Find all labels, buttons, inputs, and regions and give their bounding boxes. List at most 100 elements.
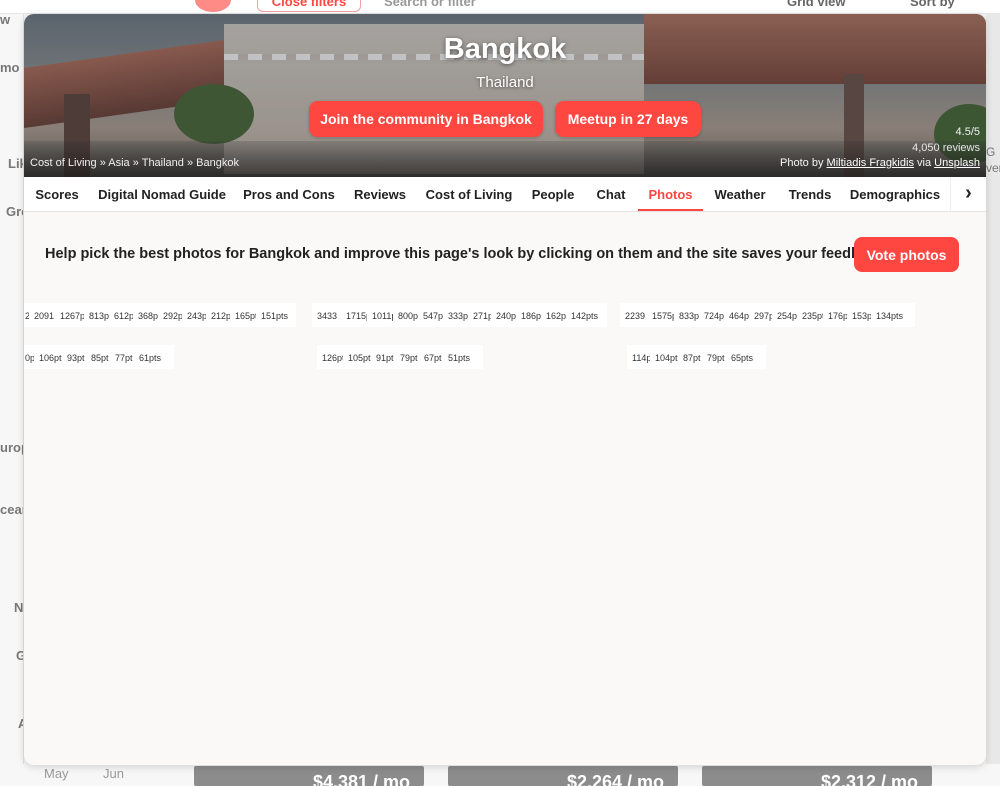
- tab-weather[interactable]: Weather: [703, 177, 777, 211]
- photo-points[interactable]: 271pts: [473, 303, 491, 321]
- city-card[interactable]: $2,264 / mo: [448, 766, 678, 786]
- photo-points[interactable]: 724pts: [704, 303, 724, 321]
- photo-points[interactable]: 105pt: [348, 345, 371, 363]
- meetup-button[interactable]: Meetup in 27 days: [555, 101, 701, 137]
- tab-scores[interactable]: Scores: [24, 177, 90, 211]
- photo-points[interactable]: 1011pts: [372, 303, 393, 321]
- photo-points[interactable]: 61pts: [139, 345, 165, 363]
- sidebar-fragment[interactable]: Lik: [8, 156, 23, 171]
- photo-points[interactable]: 1575pts: [652, 303, 674, 321]
- photo-credit-author-link[interactable]: Miltiadis Fragkidis: [827, 157, 914, 169]
- photo-points[interactable]: 104pt: [655, 345, 678, 363]
- city-title: Bangkok: [443, 33, 567, 65]
- sidebar-fragment[interactable]: urop: [0, 440, 23, 455]
- photo-points[interactable]: 240pts: [496, 303, 516, 321]
- photo-points[interactable]: 93pt: [67, 345, 86, 363]
- photo-points[interactable]: 176pts: [828, 303, 847, 321]
- join-community-button[interactable]: Join the community in Bangkok: [309, 101, 543, 137]
- sidebar-fragment[interactable]: mo: [0, 60, 20, 75]
- photo-points[interactable]: 243pts: [187, 303, 206, 321]
- photo-credit: Photo by Miltiadis Fragkidis via Unsplas…: [780, 157, 980, 169]
- photo-points[interactable]: 142pts: [571, 303, 601, 321]
- photo-points[interactable]: 800pts: [398, 303, 418, 321]
- photo-points-row: 126pts 105pt 91pt 79pt 67pt 51pts: [317, 345, 483, 369]
- vote-photos-button[interactable]: Vote photos: [854, 237, 959, 272]
- photo-points[interactable]: 87pt: [683, 345, 702, 363]
- photo-points[interactable]: 254pts: [777, 303, 797, 321]
- sidebar-fragment[interactable]: G: [16, 648, 23, 663]
- chevron-right-icon[interactable]: ›: [950, 177, 986, 211]
- sidebar-fragment[interactable]: Gro: [6, 204, 23, 219]
- photo-points[interactable]: 833pts: [679, 303, 699, 321]
- photo-points[interactable]: 813pts: [89, 303, 109, 321]
- photo-points[interactable]: 368pts: [138, 303, 158, 321]
- city-card[interactable]: $4,381 / mo: [194, 766, 424, 786]
- tab-people[interactable]: People: [522, 177, 584, 211]
- close-filters-button[interactable]: Close filters: [257, 0, 361, 12]
- breadcrumb-link-thailand[interactable]: Thailand: [142, 157, 184, 169]
- breadcrumb-separator: »: [96, 157, 109, 169]
- tab-digital-nomad-guide[interactable]: Digital Nomad Guide: [90, 177, 234, 211]
- review-count[interactable]: 4,050 reviews: [912, 142, 980, 154]
- breadcrumb-link-bangkok[interactable]: Bangkok: [196, 157, 239, 169]
- photo-points[interactable]: 77pt: [115, 345, 134, 363]
- photo-points[interactable]: 153pts: [852, 303, 871, 321]
- photo-points[interactable]: 79pt: [400, 345, 419, 363]
- sort-by-button[interactable]: Sort by: [910, 0, 955, 9]
- photo-points[interactable]: 1715pts: [346, 303, 367, 321]
- month-label: May: [44, 766, 69, 781]
- photo-points[interactable]: 114pts: [632, 345, 650, 363]
- photo-points[interactable]: 0pts: [25, 345, 34, 363]
- tab-bar: Scores Digital Nomad Guide Pros and Cons…: [24, 177, 986, 212]
- photo-points[interactable]: 212pts: [211, 303, 230, 321]
- photo-points[interactable]: 106pt: [39, 345, 62, 363]
- photo-points[interactable]: 2239: [625, 303, 647, 321]
- breadcrumb: Cost of Living » Asia » Thailand » Bangk…: [30, 157, 239, 169]
- hero-photo[interactable]: Bangkok Thailand Join the community in B…: [24, 14, 986, 177]
- photo-points[interactable]: 464pts: [729, 303, 749, 321]
- tab-reviews[interactable]: Reviews: [344, 177, 416, 211]
- photo-points[interactable]: 547pts: [423, 303, 443, 321]
- city-modal: Bangkok Thailand Join the community in B…: [24, 14, 986, 765]
- photo-points[interactable]: 126pts: [322, 345, 343, 363]
- photo-points[interactable]: 91pt: [376, 345, 395, 363]
- photo-points[interactable]: 67pt: [424, 345, 443, 363]
- breadcrumb-link-cost-of-living[interactable]: Cost of Living: [30, 157, 97, 169]
- photo-points[interactable]: 165pts: [235, 303, 256, 321]
- city-card[interactable]: $2,312 / mo: [702, 766, 932, 786]
- tab-photos[interactable]: Photos: [638, 177, 703, 211]
- photo-points[interactable]: 186pts: [521, 303, 541, 321]
- photo-points[interactable]: 297pts: [754, 303, 772, 321]
- photo-points[interactable]: 2: [25, 303, 29, 321]
- photo-points[interactable]: 134pts: [876, 303, 906, 321]
- photo-points[interactable]: 51pts: [448, 345, 474, 363]
- month-label: Jun: [103, 766, 124, 781]
- tab-cost-of-living[interactable]: Cost of Living: [416, 177, 522, 211]
- photo-points[interactable]: 1267pts: [60, 303, 84, 321]
- photo-credit-source-link[interactable]: Unsplash: [934, 157, 980, 169]
- sidebar-fragment[interactable]: N: [14, 600, 23, 615]
- photo-points[interactable]: 612pts: [114, 303, 133, 321]
- grid-view-button[interactable]: Grid view: [787, 0, 846, 9]
- photo-points[interactable]: 292pts: [163, 303, 182, 321]
- tab-pros-and-cons[interactable]: Pros and Cons: [234, 177, 344, 211]
- photo-points[interactable]: 65pts: [731, 345, 757, 363]
- tab-demographics[interactable]: Demographics: [843, 177, 947, 211]
- rating-score: 4.5/5: [955, 126, 980, 138]
- photo-points[interactable]: 3433: [317, 303, 341, 321]
- photo-points[interactable]: 2091: [34, 303, 55, 321]
- tab-chat[interactable]: Chat: [584, 177, 638, 211]
- search-input[interactable]: Search or filter: [384, 0, 476, 9]
- sidebar-fragment[interactable]: cean: [0, 502, 23, 517]
- breadcrumb-link-asia[interactable]: Asia: [108, 157, 129, 169]
- photo-points[interactable]: 151pts: [261, 303, 291, 321]
- background-topbar: [0, 0, 1000, 14]
- photo-points-row: 3433 1715pts 1011pts 800pts 547pts 333pts 271p…: [312, 303, 607, 327]
- photo-points[interactable]: 79pt: [707, 345, 726, 363]
- sidebar-fragment[interactable]: w: [0, 14, 10, 27]
- photo-points[interactable]: 162pts: [546, 303, 566, 321]
- photo-points[interactable]: 235pts: [802, 303, 823, 321]
- photo-points[interactable]: 85pt: [91, 345, 110, 363]
- tab-trends[interactable]: Trends: [777, 177, 843, 211]
- photo-points[interactable]: 333pts: [448, 303, 468, 321]
